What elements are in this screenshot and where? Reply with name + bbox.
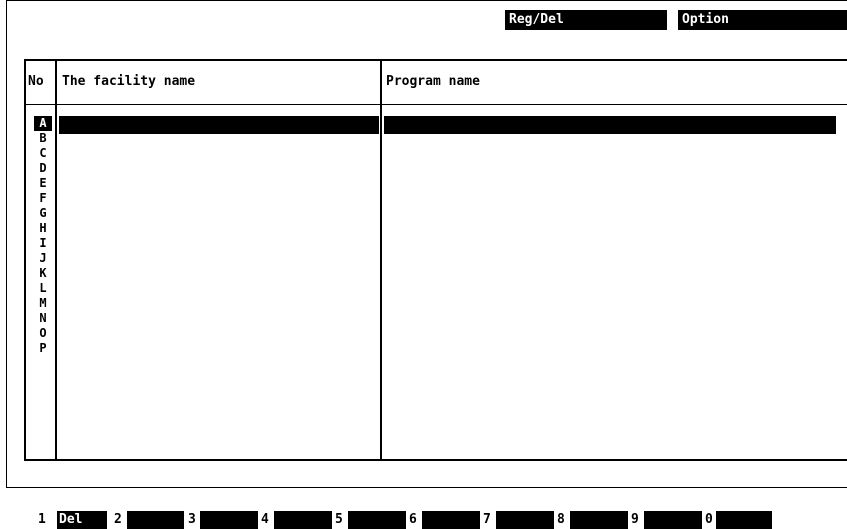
fkey-0-number: 0 — [705, 512, 713, 527]
fkey-3-button[interactable] — [200, 511, 258, 529]
fkey-4-number: 4 — [261, 512, 269, 527]
table-bottom-border — [24, 459, 847, 461]
row-index-m[interactable]: M — [34, 296, 52, 311]
column-header-program-name: Program name — [386, 74, 480, 89]
row-index-b[interactable]: B — [34, 131, 52, 146]
fkey-8-number: 8 — [557, 512, 565, 527]
fkey-1-number: 1 — [38, 512, 46, 527]
row-index-f[interactable]: F — [34, 191, 52, 206]
fkey-3-number: 3 — [188, 512, 196, 527]
fkey-6-button[interactable] — [422, 511, 480, 529]
fkey-0-button[interactable] — [716, 511, 772, 529]
column-header-facility-name: The facility name — [62, 74, 196, 89]
row-index-g[interactable]: G — [34, 206, 52, 221]
selected-row-program-cell[interactable] — [384, 116, 836, 134]
row-index-a[interactable]: A — [34, 116, 52, 131]
menu-reg-del[interactable]: Reg/Del — [505, 10, 667, 30]
row-index-j[interactable]: J — [34, 251, 52, 266]
fkey-7-button[interactable] — [496, 511, 554, 529]
fkey-6-number: 6 — [409, 512, 417, 527]
row-index-n[interactable]: N — [34, 311, 52, 326]
fkey-7-number: 7 — [483, 512, 491, 527]
fkey-4-button[interactable] — [274, 511, 332, 529]
fkey-2-button[interactable] — [127, 511, 184, 529]
table-top-border — [24, 59, 847, 61]
fkey-8-button[interactable] — [570, 511, 628, 529]
table-left-border — [24, 59, 26, 461]
table-header-divider — [24, 104, 847, 105]
table-col-divider-1 — [55, 59, 57, 461]
top-border — [6, 0, 847, 1]
row-index-k[interactable]: K — [34, 266, 52, 281]
row-index-i[interactable]: I — [34, 236, 52, 251]
left-border — [6, 0, 7, 488]
row-index-d[interactable]: D — [34, 161, 52, 176]
fkey-2-number: 2 — [114, 512, 122, 527]
fkey-5-number: 5 — [335, 512, 343, 527]
row-index-l[interactable]: L — [34, 281, 52, 296]
menu-option[interactable]: Option — [678, 10, 847, 30]
fkey-9-number: 9 — [631, 512, 639, 527]
column-header-no: No — [28, 74, 44, 89]
row-index-o[interactable]: O — [34, 326, 52, 341]
fkey-1-button[interactable]: Del — [57, 511, 107, 529]
selected-row-facility-cell[interactable] — [59, 116, 379, 134]
fkey-5-button[interactable] — [348, 511, 406, 529]
fkey-9-button[interactable] — [644, 511, 702, 529]
row-index-c[interactable]: C — [34, 146, 52, 161]
table-col-divider-2 — [380, 59, 382, 461]
row-index-e[interactable]: E — [34, 176, 52, 191]
row-index-h[interactable]: H — [34, 221, 52, 236]
row-index-p[interactable]: P — [34, 341, 52, 356]
bottom-border — [6, 487, 847, 488]
